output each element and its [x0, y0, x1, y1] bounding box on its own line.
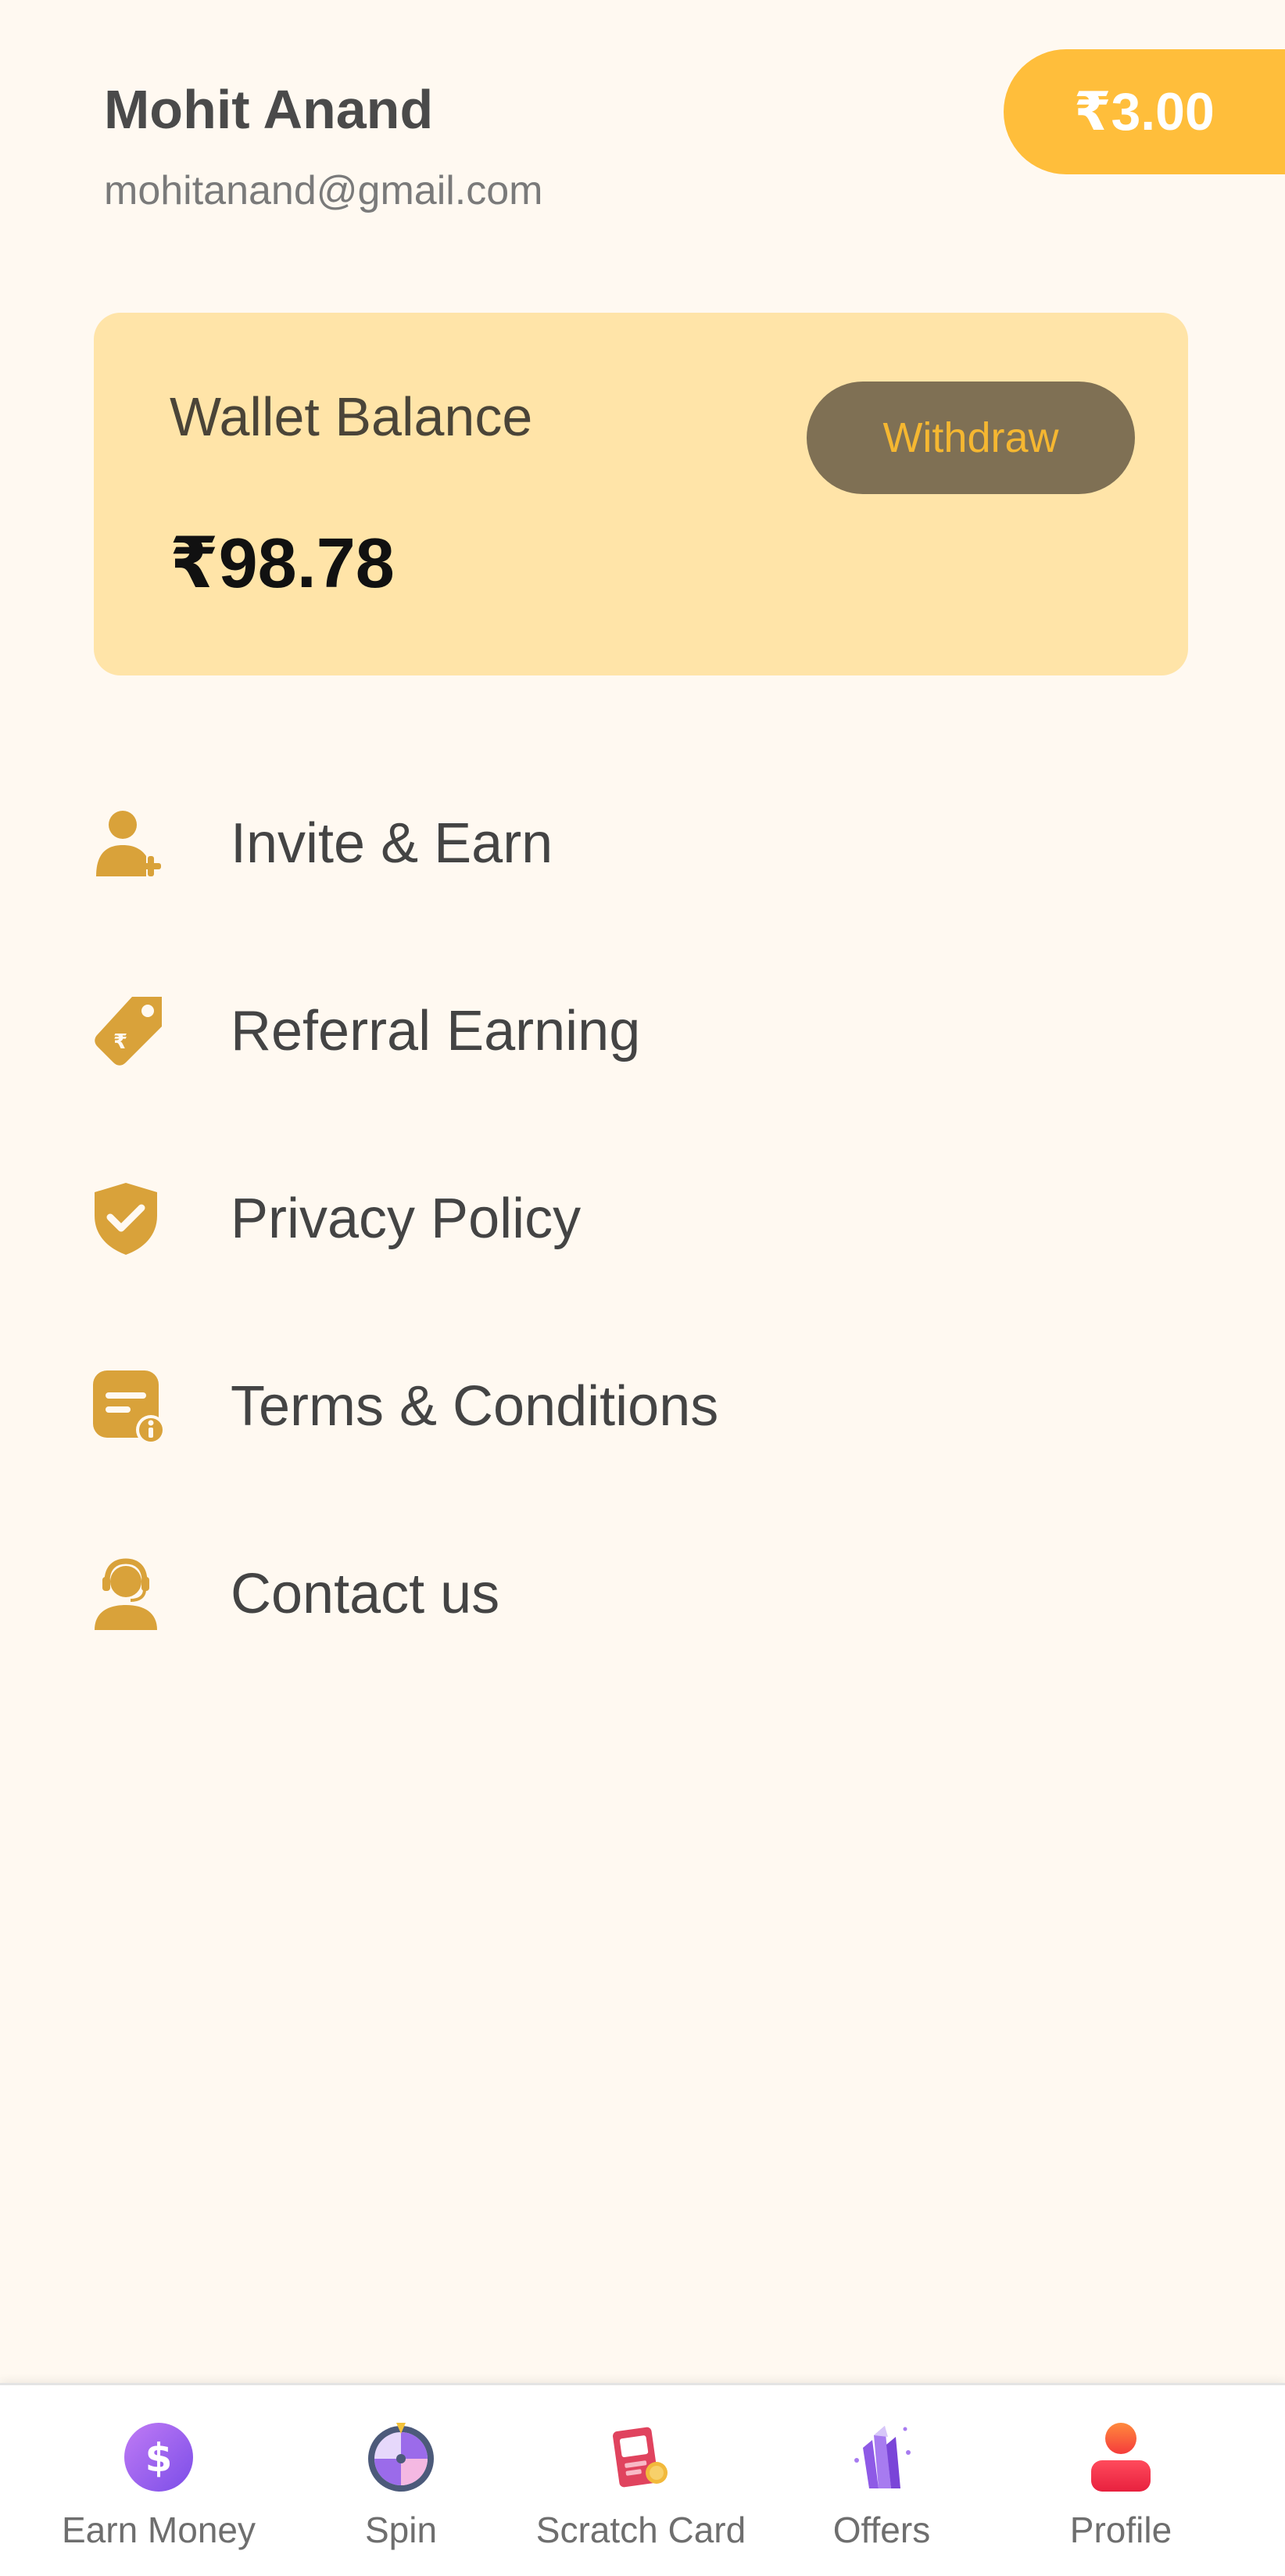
- nav-item-scratch-card[interactable]: Scratch Card: [524, 2385, 758, 2576]
- offers-crystal-icon: [843, 2418, 921, 2496]
- support-agent-icon: [90, 1551, 176, 1637]
- user-email: mohitanand@gmail.com: [104, 168, 543, 213]
- nav-label: Spin: [364, 2510, 438, 2550]
- dollar-coin-icon: $: [120, 2418, 198, 2496]
- document-info-icon: [90, 1363, 176, 1449]
- spin-wheel-icon: [362, 2418, 440, 2496]
- nav-label: Profile: [1069, 2510, 1172, 2550]
- menu-item-label: Privacy Policy: [231, 1188, 582, 1250]
- shield-check-icon: [90, 1176, 176, 1262]
- nav-item-earn-money[interactable]: $ Earn Money: [41, 2385, 276, 2576]
- points-badge[interactable]: ₹3.00: [1004, 49, 1285, 174]
- nav-label: Offers: [832, 2510, 931, 2550]
- nav-label: Earn Money: [61, 2510, 256, 2550]
- menu-item-label: Referral Earning: [231, 1000, 641, 1062]
- user-name: Mohit Anand: [104, 79, 434, 140]
- menu-item-invite-earn[interactable]: Invite & Earn: [90, 793, 1106, 894]
- wallet-card: Wallet Balance ₹98.78 Withdraw: [94, 313, 1188, 675]
- menu-item-referral-earning[interactable]: ₹ Referral Earning: [90, 980, 1106, 1082]
- nav-item-spin[interactable]: Spin: [284, 2385, 518, 2576]
- svg-text:$: $: [145, 2435, 173, 2481]
- nav-item-profile[interactable]: Profile: [1004, 2385, 1238, 2576]
- withdraw-button[interactable]: Withdraw: [807, 382, 1135, 494]
- menu-item-terms-conditions[interactable]: Terms & Conditions: [90, 1356, 1106, 1457]
- wallet-balance-amount: ₹98.78: [170, 525, 395, 603]
- menu-item-privacy-policy[interactable]: Privacy Policy: [90, 1168, 1106, 1270]
- nav-label: Scratch Card: [535, 2510, 746, 2550]
- nav-item-offers[interactable]: Offers: [764, 2385, 999, 2576]
- wallet-balance-label: Wallet Balance: [170, 386, 533, 447]
- profile-person-icon: [1082, 2418, 1160, 2496]
- rupee-tag-icon: ₹: [90, 988, 176, 1074]
- add-user-icon: [90, 801, 176, 887]
- menu-item-label: Invite & Earn: [231, 812, 553, 875]
- svg-text:₹: ₹: [113, 1030, 127, 1054]
- scratch-card-icon: [602, 2418, 680, 2496]
- menu-item-label: Terms & Conditions: [231, 1375, 719, 1438]
- menu-item-contact-us[interactable]: Contact us: [90, 1543, 1106, 1645]
- menu-item-label: Contact us: [231, 1563, 500, 1625]
- bottom-navigation: $ Earn Money Spin Scratch Card Offers Pr…: [0, 2383, 1285, 2576]
